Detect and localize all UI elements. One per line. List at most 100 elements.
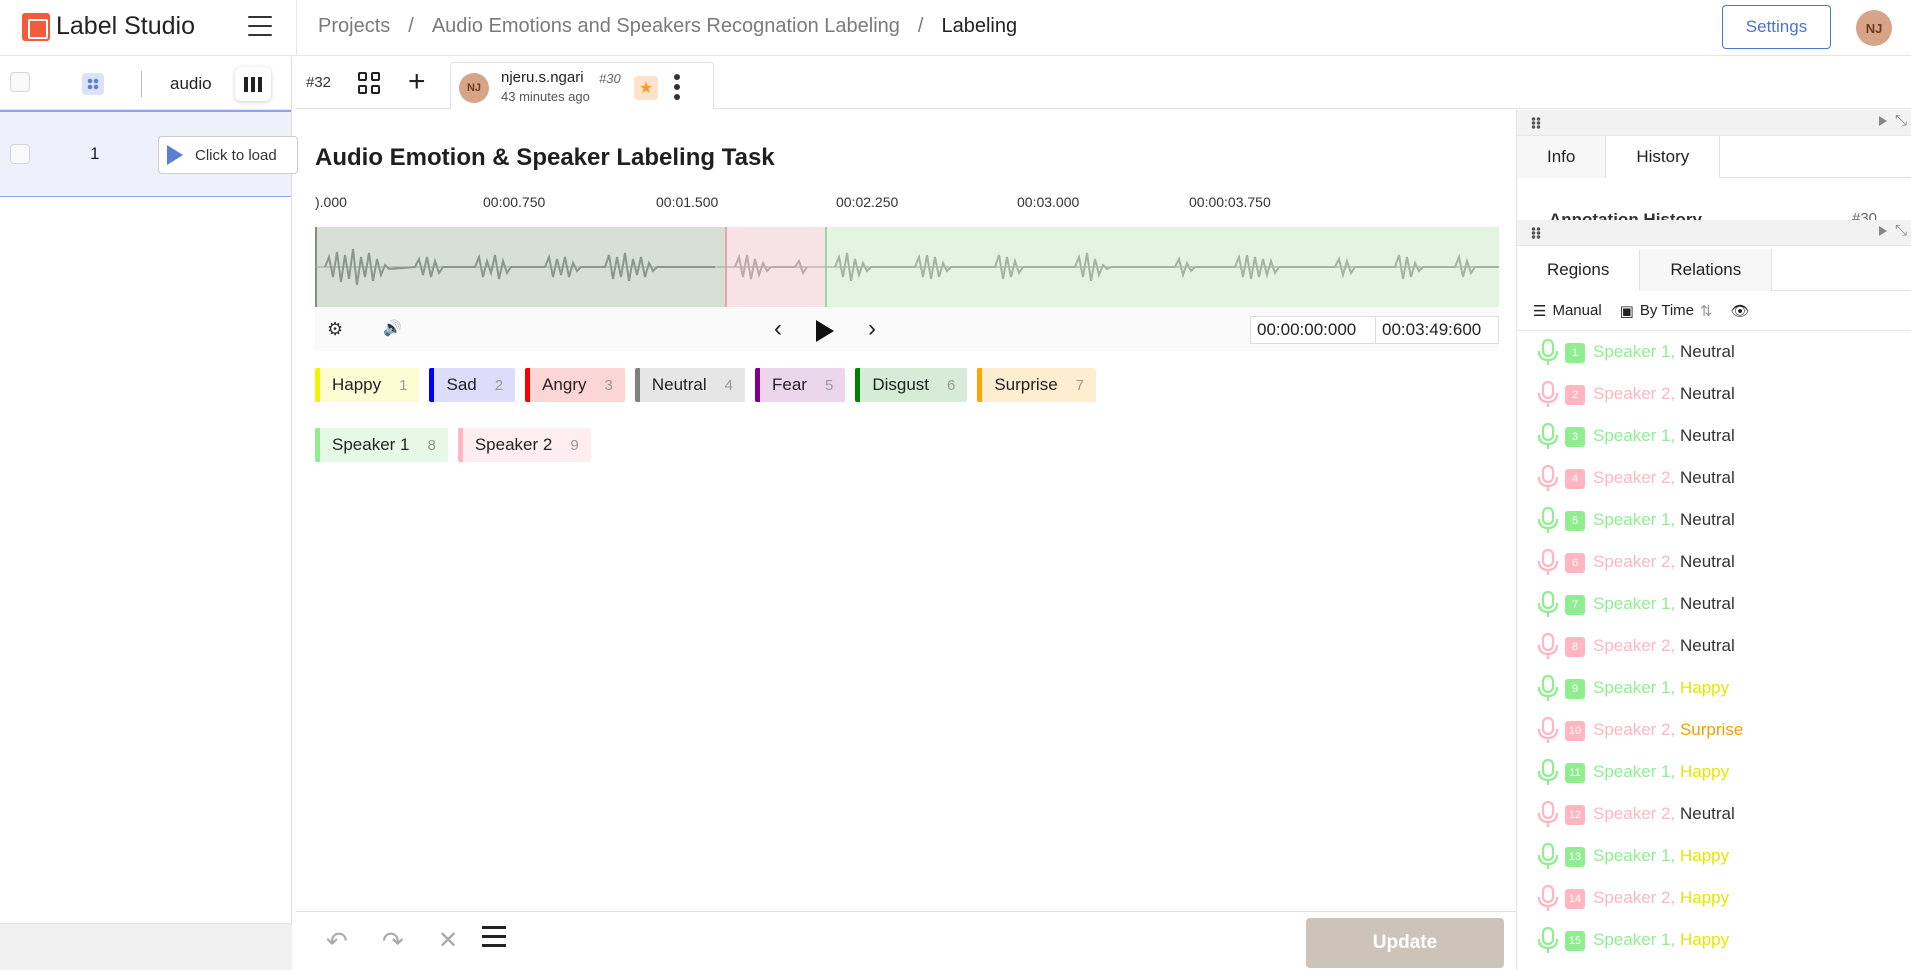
region-number: 6 <box>1565 553 1585 573</box>
visibility-toggle-icon[interactable]: 👁 <box>1731 302 1750 320</box>
undo-icon[interactable]: ↶ <box>326 926 348 957</box>
region-emotion: Surprise <box>1679 720 1744 739</box>
label-angry[interactable]: Angry 3 <box>525 368 625 402</box>
settings-gear-icon[interactable]: ⚙ <box>327 319 347 339</box>
region-speaker: Speaker 1, <box>1593 846 1676 865</box>
panel-drag-handle[interactable]: ⤡ <box>1517 220 1911 246</box>
collapse-icon[interactable]: ⤡ <box>1895 112 1907 129</box>
region-list-item[interactable]: 11 Speaker 1, Happy <box>1517 751 1911 793</box>
more-options-icon[interactable] <box>674 74 680 100</box>
region-list-item[interactable]: 9 Speaker 1, Happy <box>1517 667 1911 709</box>
region-speaker: Speaker 1, <box>1593 426 1676 445</box>
region-list-item[interactable]: 6 Speaker 2, Neutral <box>1517 541 1911 583</box>
settings-tune-icon[interactable] <box>482 926 506 948</box>
region-list-item[interactable]: 7 Speaker 1, Neutral <box>1517 583 1911 625</box>
annotation-time: 43 minutes ago <box>501 89 590 104</box>
tab-info[interactable]: Info <box>1517 136 1607 178</box>
add-annotation-icon[interactable]: + <box>408 65 426 99</box>
region-list-item[interactable]: 13 Speaker 1, Happy <box>1517 835 1911 877</box>
sort-by-time-label: By Time <box>1639 302 1695 319</box>
tab-regions[interactable]: Regions <box>1517 249 1641 291</box>
label-hotkey: 7 <box>1075 376 1084 394</box>
region-list-item[interactable]: 14 Speaker 2, Happy <box>1517 877 1911 919</box>
drag-handle-icon[interactable] <box>1531 117 1541 129</box>
region-speaker: Speaker 1, <box>1593 678 1676 697</box>
panel-drag-handle[interactable]: ⤡ <box>1517 110 1911 136</box>
sort-by-time-button[interactable]: ▣ By Time ⇅ <box>1620 302 1713 320</box>
star-icon[interactable]: ★ <box>634 76 658 100</box>
forward-icon[interactable]: › <box>868 315 876 343</box>
rewind-icon[interactable]: ‹ <box>774 315 782 343</box>
breadcrumb-project[interactable]: Audio Emotions and Speakers Recognation … <box>432 15 900 38</box>
region-label: Speaker 1, Neutral <box>1593 510 1735 530</box>
update-button[interactable]: Update <box>1306 918 1504 968</box>
region-list-item[interactable]: 1 Speaker 1, Neutral <box>1517 331 1911 373</box>
volume-icon[interactable]: 🔊 <box>383 319 402 337</box>
label-hotkey: 6 <box>947 376 956 394</box>
timeline-label: 00:00.750 <box>483 194 546 210</box>
region-emotion: Neutral <box>1679 552 1735 571</box>
label-name: Happy <box>332 375 382 394</box>
regions-toolbar: ☰ Manual ▣ By Time ⇅ 👁 <box>1517 291 1911 331</box>
label-fear[interactable]: Fear 5 <box>755 368 846 402</box>
menu-icon[interactable] <box>248 16 272 36</box>
drag-handle-icon[interactable] <box>1531 227 1541 239</box>
label-studio-logo-icon <box>22 12 50 41</box>
microphone-icon <box>1533 673 1563 703</box>
region-list-item[interactable]: 12 Speaker 2, Neutral <box>1517 793 1911 835</box>
settings-button[interactable]: Settings <box>1722 5 1831 49</box>
region-number: 2 <box>1565 385 1585 405</box>
region-list-item[interactable]: 8 Speaker 2, Neutral <box>1517 625 1911 667</box>
user-avatar[interactable]: NJ <box>1856 10 1892 46</box>
label-happy[interactable]: Happy 1 <box>315 368 420 402</box>
expand-icon[interactable] <box>1879 226 1887 236</box>
region-list-item[interactable]: 10 Speaker 2, Surprise <box>1517 709 1911 751</box>
expand-icon[interactable] <box>1879 116 1887 126</box>
columns-icon[interactable] <box>235 67 271 101</box>
annotation-history-id: #30 <box>1852 210 1878 220</box>
region-list-item[interactable]: 4 Speaker 2, Neutral <box>1517 457 1911 499</box>
region-emotion: Neutral <box>1679 426 1735 445</box>
redo-icon[interactable]: ↷ <box>382 926 404 957</box>
region-list-item[interactable]: 2 Speaker 2, Neutral <box>1517 373 1911 415</box>
region-list-item[interactable]: 3 Speaker 1, Neutral <box>1517 415 1911 457</box>
label-neutral[interactable]: Neutral 4 <box>634 368 745 402</box>
label-disgust[interactable]: Disgust 6 <box>855 368 968 402</box>
annotation-tab[interactable]: NJ njeru.s.ngari #30 43 minutes ago ★ <box>450 62 714 110</box>
region-emotion: Neutral <box>1679 342 1735 361</box>
select-all-checkbox[interactable] <box>10 72 30 92</box>
clear-icon[interactable]: ✕ <box>438 926 458 955</box>
breadcrumb-projects[interactable]: Projects <box>318 15 390 38</box>
tab-relations[interactable]: Relations <box>1640 249 1773 291</box>
collapse-icon[interactable]: ⤡ <box>1895 222 1907 239</box>
row-checkbox[interactable] <box>10 144 30 164</box>
region-speaker: Speaker 2, <box>1593 384 1676 403</box>
sort-manual-button[interactable]: ☰ Manual <box>1533 302 1602 320</box>
breadcrumb: Projects / Audio Emotions and Speakers R… <box>318 15 1017 38</box>
region-list-item[interactable]: 5 Speaker 1, Neutral <box>1517 499 1911 541</box>
region-speaker: Speaker 1, <box>1593 762 1676 781</box>
label-speaker-1[interactable]: Speaker 1 8 <box>315 428 448 462</box>
click-to-load-button[interactable]: Click to load <box>158 136 298 174</box>
brand[interactable]: Label Studio <box>22 12 195 41</box>
task-id: #32 <box>306 74 332 91</box>
waveform[interactable] <box>315 227 1499 307</box>
grid-view-icon[interactable] <box>358 72 380 94</box>
timeline-label: ).000 <box>315 194 347 210</box>
play-icon[interactable] <box>816 320 834 342</box>
task-row[interactable]: 1 Click to load <box>0 110 298 197</box>
label-speaker-2[interactable]: Speaker 2 9 <box>457 428 591 462</box>
label-hotkey: 3 <box>604 376 613 394</box>
bottom-toolbar: ↶ ↷ ✕ Update <box>296 911 1516 970</box>
region-speaker: Speaker 1, <box>1593 510 1676 529</box>
label-surprise[interactable]: Surprise 7 <box>977 368 1096 402</box>
column-header-audio[interactable]: audio <box>170 74 212 94</box>
grid-icon[interactable] <box>82 73 104 95</box>
region-list-item[interactable]: 15 Speaker 1, Happy <box>1517 919 1911 961</box>
labeling-area: Audio Emotion & Speaker Labeling Task ).… <box>296 110 1516 910</box>
tab-history[interactable]: History <box>1606 136 1721 178</box>
label-sad[interactable]: Sad 2 <box>429 368 516 402</box>
region-emotion: Happy <box>1679 678 1730 697</box>
region-number: 7 <box>1565 595 1585 615</box>
top-navbar: Label Studio Projects / Audio Emotions a… <box>0 0 1911 56</box>
